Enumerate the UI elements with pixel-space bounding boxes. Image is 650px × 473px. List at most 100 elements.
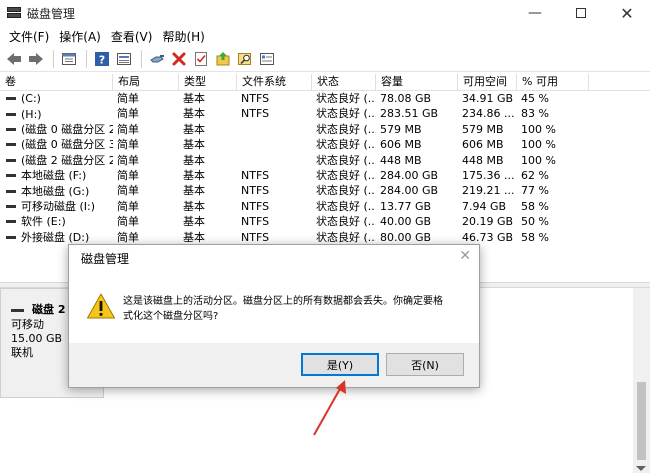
dialog-footer: 是(Y) 否(N) [69,343,479,387]
menu-action[interactable]: 操作(A) [54,28,106,45]
cell-free-space: 219.21 ... [462,184,515,198]
table-row[interactable]: (磁盘 0 磁盘分区 3) 简单 基本 状态良好 (... 606 MB 606 MB 10… [0,137,650,152]
warning-icon [86,292,116,320]
dialog-title: 磁盘管理 [81,252,130,266]
cell-status: 状态良好 (... [316,184,376,198]
no-button[interactable]: 否(N) [386,353,464,376]
table-row[interactable]: (磁盘 0 磁盘分区 2) 简单 基本 状态良好 (... 579 MB 579 MB 10… [0,122,650,137]
minimize-button[interactable]: — [512,0,558,26]
cell-type: 基本 [183,92,205,105]
cell-filesystem: NTFS [241,168,270,182]
cell-percent-free: 100 % [521,138,556,152]
volume-icon [6,235,16,239]
cell-free-space: 579 MB [462,122,504,136]
table-row[interactable]: 外接磁盘 (D:) 简单 基本 NTFS 状态良好 (... 80.00 GB 46.73 … [0,230,650,245]
volume-name: (H:) [21,107,42,121]
help-icon[interactable]: ? [92,49,112,69]
cell-volume: 软件 (E:) [0,214,113,229]
disk-map-scrollbar[interactable] [633,288,650,473]
cell-volume: (磁盘 0 磁盘分区 3) [0,137,113,152]
cell-volume: (磁盘 2 磁盘分区 2) [0,153,113,168]
table-row[interactable]: 软件 (E:) 简单 基本 NTFS 状态良好 (... 40.00 GB 20.19 GB… [0,214,650,229]
cell-free-space: 7.94 GB [462,199,507,213]
cell-layout: 简单 [117,199,139,213]
import-icon[interactable] [213,49,233,69]
cell-free-space: 606 MB [462,138,504,152]
cell-layout: 简单 [117,168,139,182]
menu-file[interactable]: 文件(F) [4,28,54,45]
cell-percent-free: 100 % [521,122,556,136]
check-icon[interactable] [191,49,211,69]
disk-icon [11,308,24,312]
cell-free-space: 448 MB [462,153,504,167]
menu-help[interactable]: 帮助(H) [157,28,209,45]
table-row[interactable]: 可移动磁盘 (I:) 简单 基本 NTFS 状态良好 (... 13.77 GB 7.94 … [0,199,650,214]
cell-status: 状态良好 (... [316,92,376,105]
cell-volume: 本地磁盘 (F:) [0,168,113,183]
table-row[interactable]: (磁盘 2 磁盘分区 2) 简单 基本 状态良好 (... 448 MB 448 MB 10… [0,153,650,168]
yes-button[interactable]: 是(Y) [301,353,379,376]
cell-type: 基本 [183,184,205,198]
connect-icon[interactable] [147,49,167,69]
cell-capacity: 606 MB [380,138,422,152]
volume-icon [6,158,16,162]
scroll-down-icon[interactable] [636,466,646,471]
volume-list-header: 卷 布局 类型 文件系统 状态 容量 可用空间 % 可用 [0,74,650,91]
table-row[interactable]: 本地磁盘 (G:) 简单 基本 NTFS 状态良好 (... 284.00 GB 219.2… [0,183,650,198]
cell-capacity: 40.00 GB [380,215,432,229]
cell-filesystem: NTFS [241,215,270,229]
cell-capacity: 80.00 GB [380,230,432,244]
scrollbar-thumb[interactable] [637,382,646,460]
console-icon[interactable] [114,49,134,69]
cell-percent-free: 50 % [521,215,549,229]
table-row[interactable]: (C:) 简单 基本 NTFS 状态良好 (... 78.08 GB 34.91 GB 45 … [0,91,650,106]
cell-capacity: 284.00 GB [380,168,439,182]
cell-volume: 外接磁盘 (D:) [0,230,113,245]
table-row[interactable]: (H:) 简单 基本 NTFS 状态良好 (... 283.51 GB 234.86 ...… [0,106,650,121]
table-row[interactable]: 本地磁盘 (F:) 简单 基本 NTFS 状态良好 (... 284.00 GB 175.3… [0,168,650,183]
cell-filesystem [237,153,312,168]
cell-volume: (C:) [0,91,113,106]
cell-layout: 简单 [117,107,139,121]
properties-icon[interactable] [59,49,79,69]
forward-icon[interactable] [26,49,46,69]
cell-type: 基本 [183,138,205,152]
back-icon[interactable] [4,49,24,69]
column-header-type[interactable]: 类型 [179,74,237,90]
cell-status: 状态良好 (... [316,230,376,244]
volume-icon [6,127,16,131]
close-button[interactable]: ✕ [604,0,650,26]
cell-free-space: 34.91 GB [462,92,514,105]
menu-bar: 文件(F) 操作(A) 查看(V) 帮助(H) [0,26,650,46]
cell-capacity: 448 MB [380,153,422,167]
cell-status: 状态良好 (... [316,215,376,229]
cell-capacity: 78.08 GB [380,92,432,105]
cell-filesystem: NTFS [241,199,270,213]
volume-name: (磁盘 0 磁盘分区 2) [21,122,113,136]
dialog-close-button[interactable]: ✕ [459,248,471,264]
cell-status: 状态良好 (... [316,138,376,152]
volume-icon [6,112,16,116]
annotation-arrow-icon [313,380,346,436]
menu-view[interactable]: 查看(V) [106,28,158,45]
column-header-percent-free[interactable]: % 可用 [517,74,589,90]
cell-percent-free: 100 % [521,153,556,167]
column-header-layout[interactable]: 布局 [113,74,179,90]
toolbar: ? [0,46,650,72]
list-icon[interactable] [257,49,277,69]
cell-layout: 简单 [117,92,139,105]
maximize-button[interactable] [558,0,604,26]
search-icon[interactable] [235,49,255,69]
volume-icon [6,174,16,178]
volume-icon [6,143,16,147]
column-header-filesystem[interactable]: 文件系统 [237,74,312,90]
column-header-status[interactable]: 状态 [312,74,376,90]
cell-volume: 可移动磁盘 (I:) [0,199,113,214]
column-header-free-space[interactable]: 可用空间 [458,74,517,90]
column-header-capacity[interactable]: 容量 [376,74,458,90]
cell-volume: (H:) [0,106,113,121]
volume-name: 本地磁盘 (G:) [21,184,90,198]
column-header-volume[interactable]: 卷 [0,74,113,90]
volume-name: 本地磁盘 (F:) [21,169,87,183]
delete-icon[interactable] [169,49,189,69]
